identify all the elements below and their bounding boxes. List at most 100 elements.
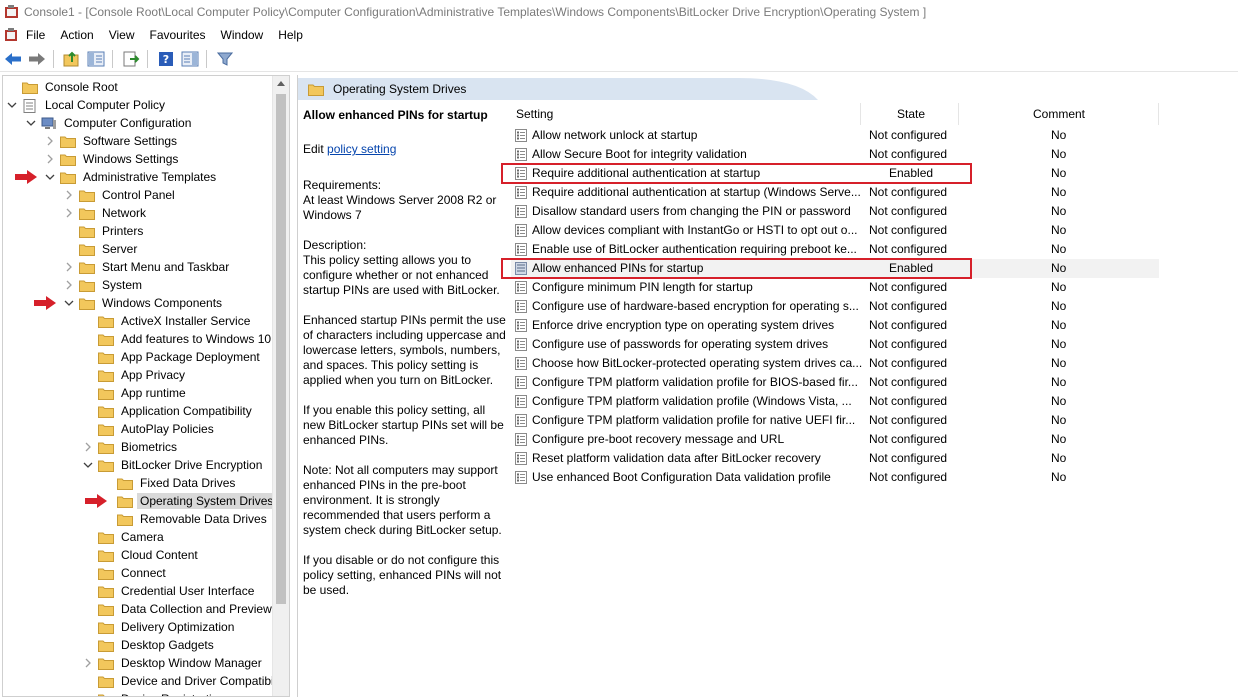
help-icon[interactable]: ? bbox=[155, 48, 177, 70]
chevron-right-icon[interactable] bbox=[44, 153, 56, 165]
tree-item[interactable]: App Package Deployment bbox=[82, 348, 263, 366]
tree-item[interactable]: Data Collection and Preview bbox=[82, 600, 275, 618]
tree-item[interactable]: Control Panel bbox=[63, 186, 178, 204]
chevron-down-icon[interactable] bbox=[25, 117, 37, 129]
tree-scrollbar[interactable] bbox=[272, 76, 289, 696]
chevron-right-icon[interactable] bbox=[63, 279, 75, 291]
tree-item[interactable]: Connect bbox=[82, 564, 169, 582]
tree-item[interactable]: Add features to Windows 10 bbox=[82, 330, 274, 348]
chevron-right-icon[interactable] bbox=[44, 135, 56, 147]
policy-row[interactable]: Configure use of passwords for operating… bbox=[511, 335, 1159, 354]
tree-item[interactable]: Biometrics bbox=[82, 438, 180, 456]
policy-row[interactable]: Configure minimum PIN length for startup… bbox=[511, 278, 1159, 297]
toolbar: ? bbox=[0, 46, 1238, 72]
column-header-state[interactable]: State bbox=[897, 107, 925, 125]
up-folder-icon[interactable] bbox=[61, 48, 83, 70]
tree-item[interactable]: Camera bbox=[82, 528, 167, 546]
policy-row[interactable]: Allow network unlock at startup Not confi… bbox=[511, 126, 1159, 145]
policy-setting-link[interactable]: policy setting bbox=[327, 142, 396, 156]
policy-row[interactable]: Reset platform validation data after Bit… bbox=[511, 449, 1159, 468]
chevron-right-icon[interactable] bbox=[82, 657, 94, 669]
tree-item[interactable]: Removable Data Drives bbox=[101, 510, 270, 528]
policy-row[interactable]: Require additional authentication at sta… bbox=[511, 183, 1159, 202]
menu-action[interactable]: Action bbox=[55, 24, 103, 46]
tree-item[interactable]: Desktop Window Manager bbox=[82, 654, 265, 672]
scrollbar-thumb[interactable] bbox=[276, 94, 286, 604]
tree-item[interactable]: Administrative Templates bbox=[44, 168, 219, 186]
tree-item[interactable]: Fixed Data Drives bbox=[101, 474, 238, 492]
setting-comment: No bbox=[1051, 470, 1067, 484]
menu-help[interactable]: Help bbox=[273, 24, 313, 46]
menu-view[interactable]: View bbox=[104, 24, 145, 46]
chevron-down-icon[interactable] bbox=[63, 297, 75, 309]
policy-row[interactable]: Configure use of hardware-based encrypti… bbox=[511, 297, 1159, 316]
menu-window[interactable]: Window bbox=[216, 24, 274, 46]
policy-row[interactable]: Configure TPM platform validation profil… bbox=[511, 411, 1159, 430]
tree-item[interactable]: Windows Settings bbox=[44, 150, 181, 168]
policy-row[interactable]: Choose how BitLocker-protected operating… bbox=[511, 354, 1159, 373]
setting-name: Configure TPM platform validation profil… bbox=[532, 413, 856, 427]
policy-row[interactable]: Disallow standard users from changing th… bbox=[511, 202, 1159, 221]
policy-row[interactable]: Allow Secure Boot for integrity validati… bbox=[511, 145, 1159, 164]
menu-favourites[interactable]: Favourites bbox=[145, 24, 216, 46]
setting-state: Not configured bbox=[869, 223, 948, 237]
tree-item[interactable]: App runtime bbox=[82, 384, 189, 402]
tree-item[interactable]: Server bbox=[63, 240, 140, 258]
tree-item[interactable]: Windows Components bbox=[63, 294, 225, 312]
tree-item[interactable]: Operating System Drives bbox=[101, 492, 277, 510]
chevron-down-icon[interactable] bbox=[82, 459, 94, 471]
policy-row[interactable]: Enforce drive encryption type on operati… bbox=[511, 316, 1159, 335]
export-list-icon[interactable] bbox=[120, 48, 142, 70]
column-header-comment[interactable]: Comment bbox=[1033, 107, 1085, 125]
console-document-icon[interactable] bbox=[3, 26, 21, 44]
policy-row[interactable]: Configure TPM platform validation profil… bbox=[511, 373, 1159, 392]
tree-item[interactable]: AutoPlay Policies bbox=[82, 420, 217, 438]
tree-item[interactable]: Local Computer Policy bbox=[6, 96, 168, 114]
console-tree[interactable]: Console Root Local Computer Policy Compute… bbox=[2, 75, 290, 697]
back-arrow-icon[interactable] bbox=[2, 48, 24, 70]
scroll-up-icon[interactable] bbox=[277, 81, 285, 86]
chevron-right-icon[interactable] bbox=[63, 207, 75, 219]
policy-row[interactable]: Use enhanced Boot Configuration Data val… bbox=[511, 468, 1159, 487]
policy-list[interactable]: Setting State Comment Allow network unlo… bbox=[511, 100, 1238, 697]
column-divider[interactable] bbox=[1158, 103, 1159, 125]
tree-item[interactable]: Cloud Content bbox=[82, 546, 201, 564]
tree-item[interactable]: Credential User Interface bbox=[82, 582, 257, 600]
tree-item[interactable]: Desktop Gadgets bbox=[82, 636, 217, 654]
policy-row[interactable]: Configure pre-boot recovery message and … bbox=[511, 430, 1159, 449]
tree-item[interactable]: Start Menu and Taskbar bbox=[63, 258, 232, 276]
policy-row[interactable]: Configure TPM platform validation profil… bbox=[511, 392, 1159, 411]
tree-item[interactable]: Delivery Optimization bbox=[82, 618, 237, 636]
tree-item[interactable]: Computer Configuration bbox=[25, 114, 194, 132]
filter-icon[interactable] bbox=[214, 48, 236, 70]
setting-name: Use enhanced Boot Configuration Data val… bbox=[532, 470, 831, 484]
properties-pane-icon[interactable] bbox=[179, 48, 201, 70]
column-divider[interactable] bbox=[860, 103, 861, 125]
tree-item[interactable]: Network bbox=[63, 204, 149, 222]
show-hide-tree-icon[interactable] bbox=[85, 48, 107, 70]
chevron-down-icon[interactable] bbox=[44, 171, 56, 183]
column-header-setting[interactable]: Setting bbox=[516, 107, 553, 125]
policy-row[interactable]: Enable use of BitLocker authentication r… bbox=[511, 240, 1159, 259]
tree-item[interactable]: App Privacy bbox=[82, 366, 188, 384]
tree-item[interactable]: System bbox=[63, 276, 145, 294]
setting-comment: No bbox=[1051, 432, 1067, 446]
tree-item[interactable]: ActiveX Installer Service bbox=[82, 312, 253, 330]
tree-item[interactable]: Device Registration bbox=[82, 690, 228, 696]
chevron-right-icon[interactable] bbox=[82, 441, 94, 453]
setting-state: Not configured bbox=[869, 280, 948, 294]
tree-item[interactable]: Software Settings bbox=[44, 132, 180, 150]
tree-item[interactable]: Console Root bbox=[6, 78, 121, 96]
tree-item[interactable]: Device and Driver Compatibi bbox=[82, 672, 277, 690]
tree-item[interactable]: BitLocker Drive Encryption bbox=[82, 456, 265, 474]
forward-arrow-icon[interactable] bbox=[26, 48, 48, 70]
chevron-right-icon[interactable] bbox=[63, 261, 75, 273]
menu-file[interactable]: File bbox=[21, 24, 55, 46]
chevron-down-icon[interactable] bbox=[6, 99, 18, 111]
column-divider[interactable] bbox=[958, 103, 959, 125]
chevron-right-icon[interactable] bbox=[63, 189, 75, 201]
tree-item[interactable]: Application Compatibility bbox=[82, 402, 255, 420]
policy-row[interactable]: Allow devices compliant with InstantGo o… bbox=[511, 221, 1159, 240]
tree-item[interactable]: Printers bbox=[63, 222, 146, 240]
